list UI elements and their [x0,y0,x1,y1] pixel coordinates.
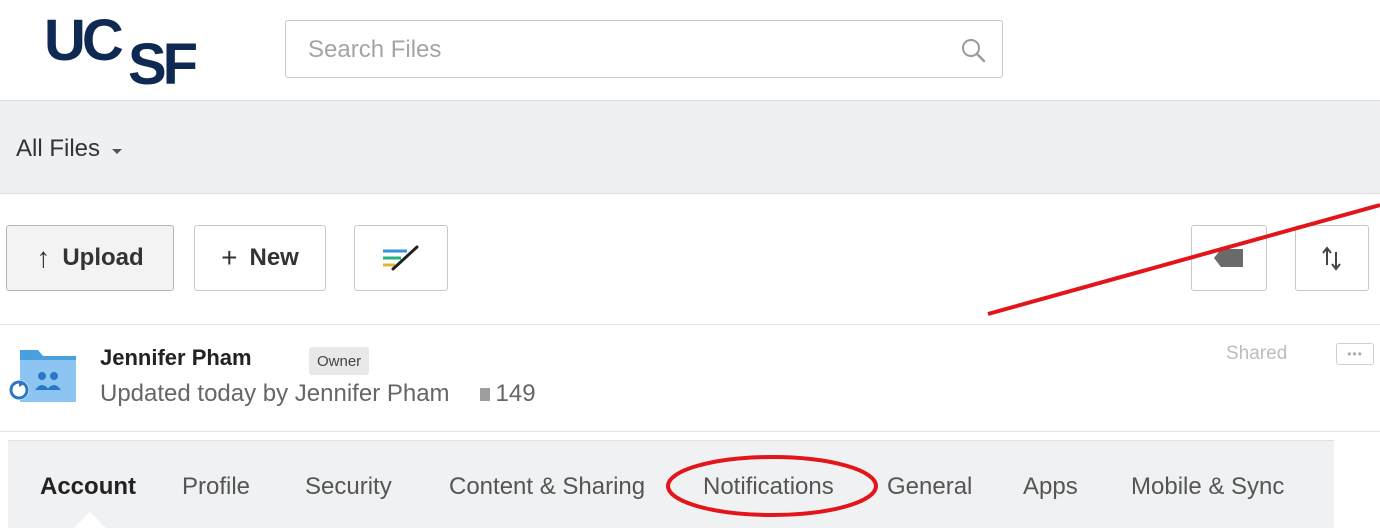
shared-folder-icon[interactable] [8,346,80,406]
tab-notifications[interactable]: Notifications [703,473,834,501]
file-count: 149 [479,380,536,408]
upload-button[interactable]: ↑ Upload [6,225,174,291]
sort-icon [1322,246,1341,271]
svg-text:SF: SF [128,32,197,94]
svg-text:UC: UC [44,14,123,73]
divider [0,431,1380,432]
sort-button[interactable] [1295,225,1369,291]
search-input[interactable] [306,35,930,65]
upload-label: Upload [62,244,144,271]
tab-general[interactable]: General [887,473,972,501]
tab-apps[interactable]: Apps [1023,473,1078,501]
file-count-value: 149 [495,380,536,407]
tab-security[interactable]: Security [305,473,392,501]
divider [0,324,1380,325]
notes-button[interactable] [354,225,448,291]
folder-meta: Updated today by Jennifer Pham 149 [100,380,536,408]
tab-mobile-sync[interactable]: Mobile & Sync [1131,473,1284,501]
tab-content-sharing[interactable]: Content & Sharing [449,473,645,501]
more-options-button[interactable]: ••• [1336,343,1374,365]
breadcrumb[interactable]: All Files [16,135,123,163]
shared-status: Shared [1226,343,1288,364]
ucsf-logo[interactable]: UC SF [44,14,214,94]
tab-account[interactable]: Account [40,473,136,501]
active-tab-pointer [74,512,106,528]
breadcrumb-bar: All Files [0,100,1380,194]
tag-icon [1214,249,1243,267]
search-box[interactable] [285,20,1003,78]
arrow-up-icon: ↑ [36,242,51,273]
ellipsis-icon: ••• [1347,347,1363,361]
search-icon[interactable] [960,37,986,63]
new-label: New [249,244,299,271]
caret-down-icon [112,148,123,154]
tag-button[interactable] [1191,225,1267,291]
tab-profile[interactable]: Profile [182,473,250,501]
updated-text: Updated today by Jennifer Pham [100,380,450,407]
notes-icon [383,245,419,271]
folder-name[interactable]: Jennifer Pham [100,345,252,371]
new-button[interactable]: + New [194,225,326,291]
file-icon [479,387,490,401]
breadcrumb-label: All Files [16,135,101,162]
owner-badge: Owner [309,347,370,375]
plus-icon: + [221,242,238,273]
